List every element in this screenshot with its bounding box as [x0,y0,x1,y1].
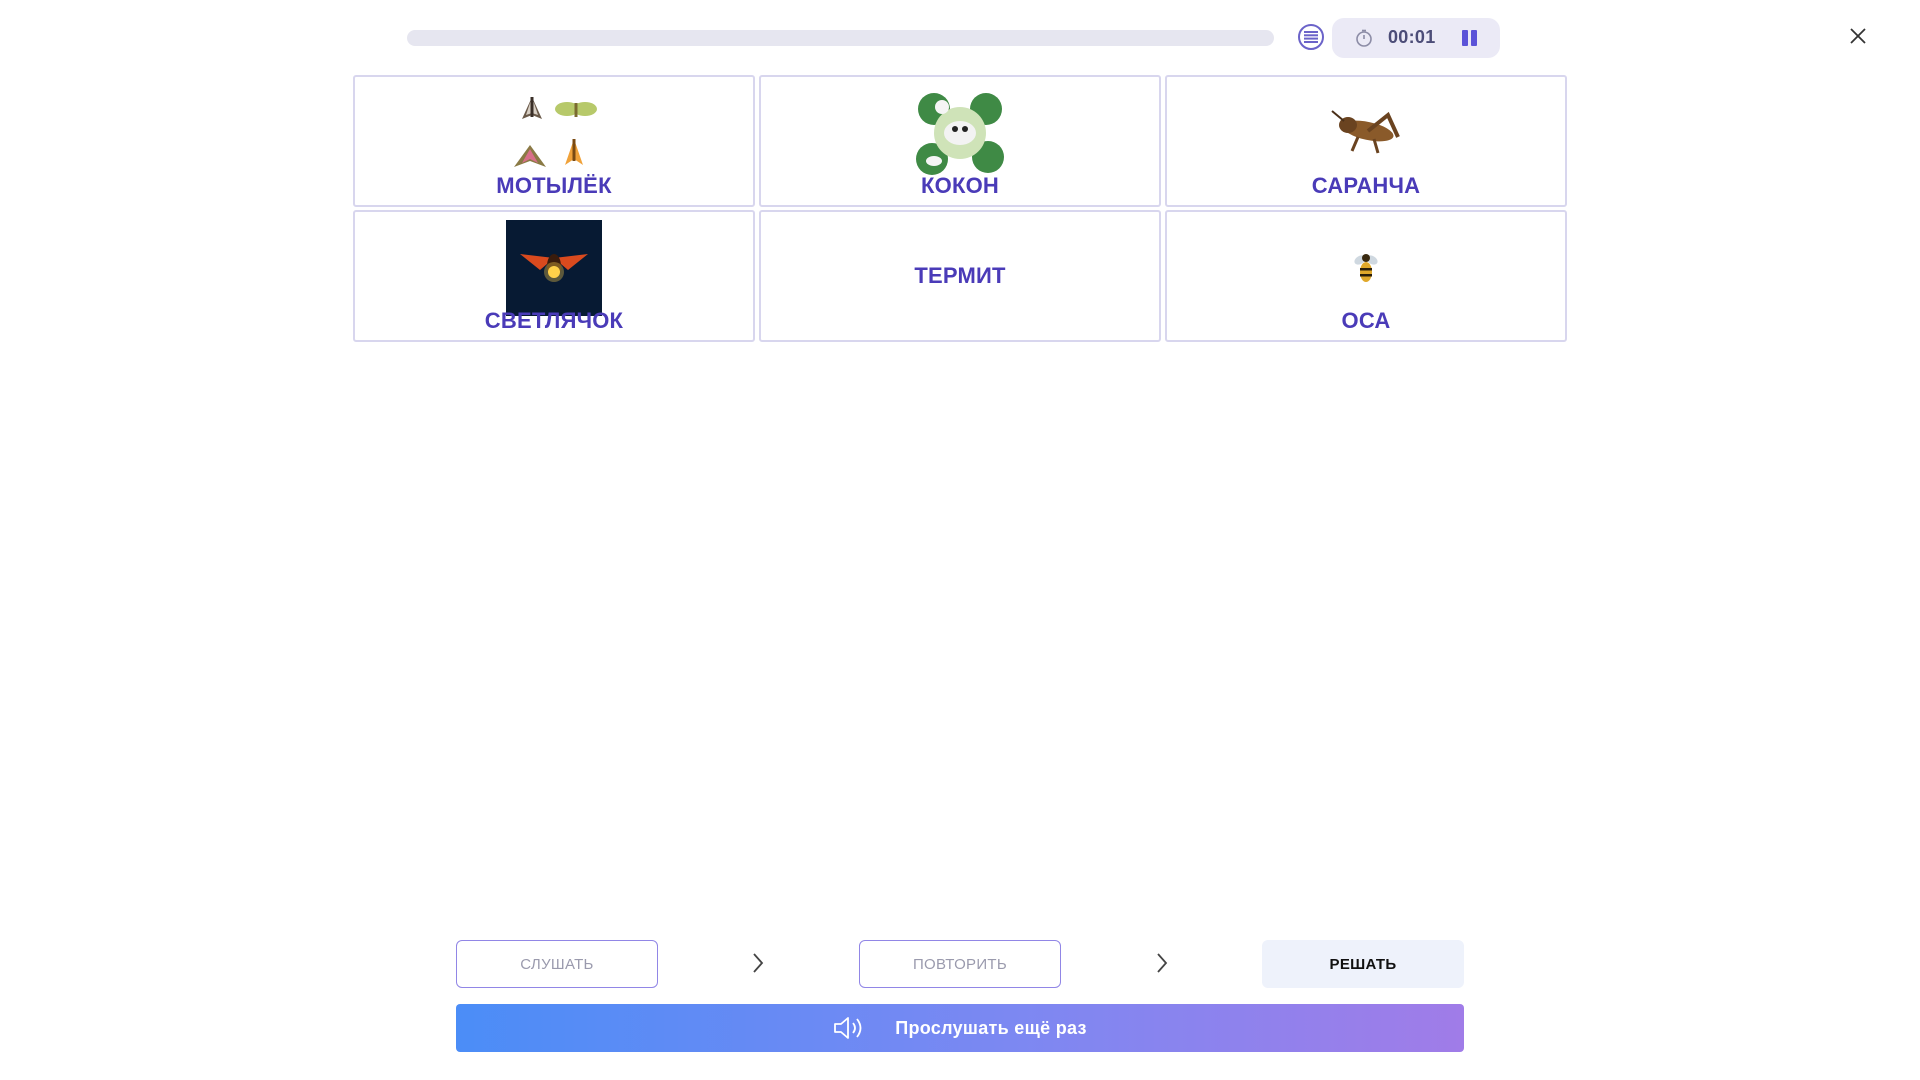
chevron-right-icon [753,953,764,973]
close-icon [1850,28,1866,44]
answer-card-firefly[interactable]: СВЕТЛЯЧОК [353,210,755,342]
close-button[interactable] [1846,24,1870,48]
answer-card-moth[interactable]: МОТЫЛЁК [353,75,755,207]
speaker-icon [834,1017,862,1039]
answer-card-wasp[interactable]: ОСА [1165,210,1567,342]
listen-again-label: Прослушать ещё раз [895,1017,1087,1038]
step-solve-button[interactable]: РЕШАТЬ [1262,940,1464,988]
list-button[interactable] [1298,24,1324,50]
wasp-image [1318,220,1414,316]
progress-bar [407,30,1274,46]
card-label: САРАНЧА [1311,173,1421,198]
timer-value: 00:01 [1388,27,1436,47]
answer-card-cocoon[interactable]: КОКОН [759,75,1161,207]
card-label: ТЕРМИТ [914,263,1006,288]
pause-button[interactable] [1458,28,1480,48]
moths-image [506,85,602,181]
card-label: ОСА [1341,308,1391,333]
list-icon [1304,31,1318,43]
card-label: МОТЫЛЁК [496,173,612,198]
timer: 00:01 [1332,18,1500,58]
chevron-right-icon [1157,953,1168,973]
card-label: КОКОН [921,173,999,198]
pause-icon [1462,30,1468,46]
step-repeat-button[interactable]: ПОВТОРИТЬ [859,940,1061,988]
firefly-image [506,220,602,316]
listen-again-button[interactable]: Прослушать ещё раз [456,1004,1464,1052]
answer-grid: МОТЫЛЁК КОКОН САРАНЧА СВЕТЛЯЧОК ТЕРМИТ О… [353,75,1567,342]
step-listen-button[interactable]: СЛУШАТЬ [456,940,658,988]
answer-card-locust[interactable]: САРАНЧА [1165,75,1567,207]
cocoon-image [912,85,1008,181]
locust-image [1318,85,1414,181]
answer-card-termite[interactable]: ТЕРМИТ [759,210,1161,342]
card-label: СВЕТЛЯЧОК [484,308,624,333]
stopwatch-icon [1356,29,1372,47]
